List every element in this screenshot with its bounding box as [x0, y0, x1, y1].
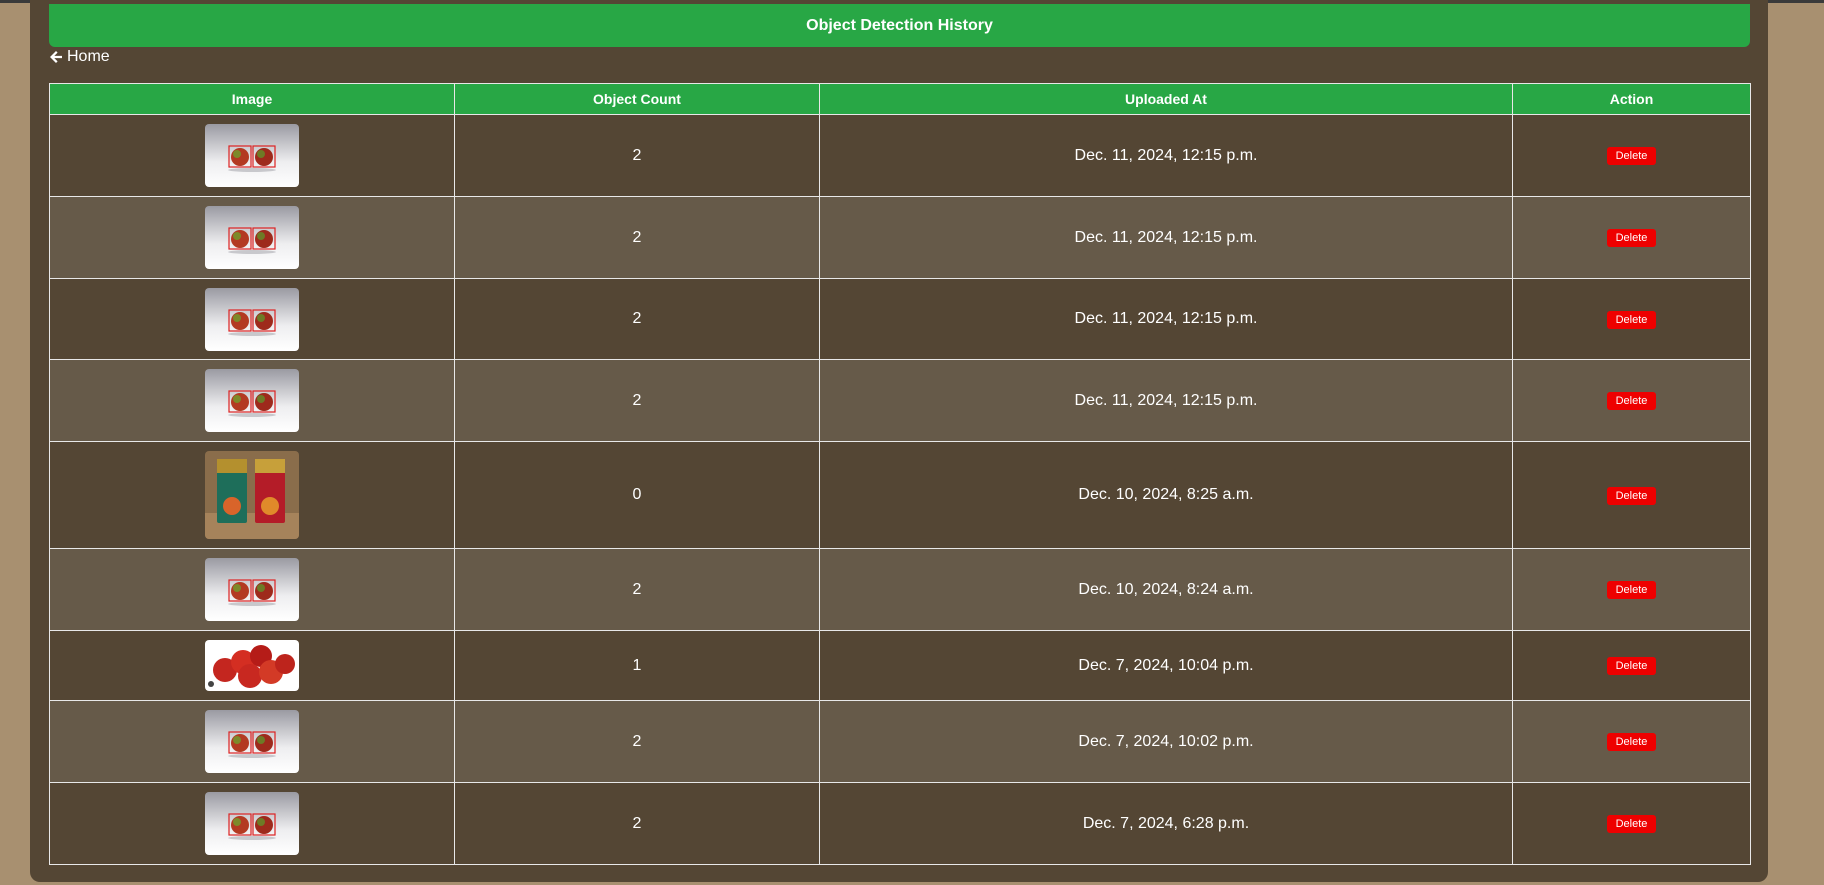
history-table: Image Object Count Uploaded At Action 2D… — [49, 83, 1751, 865]
table-row: 2 Dec. 11, 2024, 12:15 p.m. Delete — [49, 359, 1751, 442]
delete-button[interactable]: Delete — [1607, 486, 1656, 505]
thumbnail-image — [205, 369, 299, 432]
delete-button[interactable]: Delete — [1607, 657, 1656, 675]
action-cell: Delete — [1512, 359, 1751, 442]
object-count-cell: 2 — [454, 359, 820, 442]
action-cell: Delete — [1512, 441, 1751, 549]
delete-button[interactable]: Delete — [1607, 310, 1656, 329]
object-count-cell: 1 — [454, 630, 820, 701]
uploaded-at-cell: Dec. 10, 2024, 8:25 a.m. — [819, 441, 1513, 549]
table-row: 1 Dec. 7, 2024, 10:04 p.m. Delete — [49, 630, 1751, 701]
object-count-cell: 2 — [454, 196, 820, 279]
column-header-object-count: Object Count — [454, 83, 820, 115]
object-count-cell: 2 — [454, 278, 820, 360]
object-count-cell: 2 — [454, 548, 820, 631]
uploaded-at-cell: Dec. 7, 2024, 6:28 p.m. — [819, 782, 1513, 865]
table-body: 2 Dec. 11, 2024, 12:15 p.m. Delete 2 Dec. 11… — [49, 114, 1751, 865]
thumbnail-image — [205, 287, 299, 351]
table-row: 2 Dec. 10, 2024, 8:24 a.m. Delete — [49, 548, 1751, 631]
action-cell: Delete — [1512, 700, 1751, 783]
table-row: 2 Dec. 11, 2024, 12:15 p.m. Delete — [49, 114, 1751, 197]
home-link[interactable]: Home — [49, 47, 110, 67]
image-cell — [49, 630, 455, 701]
action-cell: Delete — [1512, 278, 1751, 360]
delete-button[interactable]: Delete — [1607, 147, 1656, 165]
history-panel: Object Detection History Home Image Obje… — [30, 0, 1768, 882]
action-cell: Delete — [1512, 630, 1751, 701]
thumbnail-image — [205, 710, 299, 773]
image-cell — [49, 359, 455, 442]
image-cell — [49, 114, 455, 197]
image-cell — [49, 782, 455, 865]
delete-button[interactable]: Delete — [1607, 815, 1656, 833]
action-cell: Delete — [1512, 548, 1751, 631]
action-cell: Delete — [1512, 782, 1751, 865]
column-header-action: Action — [1512, 83, 1751, 115]
image-cell — [49, 441, 455, 549]
uploaded-at-cell: Dec. 11, 2024, 12:15 p.m. — [819, 278, 1513, 360]
object-count-cell: 2 — [454, 700, 820, 783]
table-row: 2 Dec. 11, 2024, 12:15 p.m. Delete — [49, 196, 1751, 279]
table-row: 2 Dec. 7, 2024, 6:28 p.m. Delete — [49, 782, 1751, 865]
thumbnail-image — [205, 124, 299, 187]
thumbnail-image — [205, 451, 299, 539]
object-count-cell: 2 — [454, 114, 820, 197]
action-cell: Delete — [1512, 196, 1751, 279]
uploaded-at-cell: Dec. 11, 2024, 12:15 p.m. — [819, 196, 1513, 279]
uploaded-at-cell: Dec. 11, 2024, 12:15 p.m. — [819, 359, 1513, 442]
table-row: 0 Dec. 10, 2024, 8:25 a.m. Delete — [49, 441, 1751, 549]
table-row: 2 Dec. 7, 2024, 10:02 p.m. Delete — [49, 700, 1751, 783]
uploaded-at-cell: Dec. 7, 2024, 10:04 p.m. — [819, 630, 1513, 701]
thumbnail-image — [205, 640, 299, 691]
delete-button[interactable]: Delete — [1607, 581, 1656, 599]
uploaded-at-cell: Dec. 7, 2024, 10:02 p.m. — [819, 700, 1513, 783]
table-header-row: Image Object Count Uploaded At Action — [49, 83, 1751, 115]
image-cell — [49, 548, 455, 631]
delete-button[interactable]: Delete — [1607, 229, 1656, 247]
delete-button[interactable]: Delete — [1607, 392, 1656, 410]
thumbnail-image — [205, 206, 299, 269]
arrow-left-icon — [49, 50, 63, 64]
delete-button[interactable]: Delete — [1607, 733, 1656, 751]
object-count-cell: 2 — [454, 782, 820, 865]
home-link-label: Home — [67, 48, 110, 65]
uploaded-at-cell: Dec. 11, 2024, 12:15 p.m. — [819, 114, 1513, 197]
thumbnail-image — [205, 792, 299, 855]
action-cell: Delete — [1512, 114, 1751, 197]
image-cell — [49, 278, 455, 360]
column-header-image: Image — [49, 83, 455, 115]
thumbnail-image — [205, 558, 299, 621]
object-count-cell: 0 — [454, 441, 820, 549]
column-header-uploaded-at: Uploaded At — [819, 83, 1513, 115]
image-cell — [49, 700, 455, 783]
table-row: 2 Dec. 11, 2024, 12:15 p.m. Delete — [49, 278, 1751, 360]
image-cell — [49, 196, 455, 279]
uploaded-at-cell: Dec. 10, 2024, 8:24 a.m. — [819, 548, 1513, 631]
page-title: Object Detection History — [49, 4, 1750, 47]
